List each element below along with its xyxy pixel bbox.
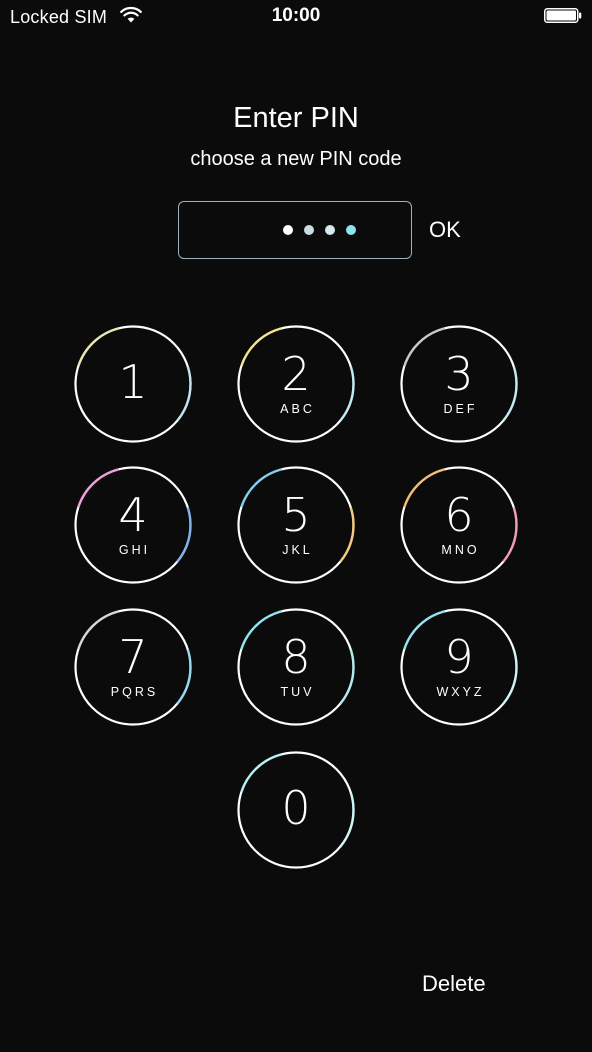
keypad-key-0[interactable]: 0: [237, 751, 355, 869]
pin-dot: [324, 225, 335, 235]
key-letters: TUV: [280, 685, 315, 699]
key-digit: 2: [281, 347, 311, 401]
key-digit: 0: [281, 781, 311, 835]
key-digit: 5: [281, 488, 311, 542]
key-digit: 9: [444, 630, 474, 684]
key-digit: 6: [444, 488, 474, 542]
pin-dot: [303, 225, 314, 235]
status-time: 10:00: [271, 5, 321, 26]
keypad-key-7[interactable]: 7 PQRS: [74, 608, 192, 726]
delete-button[interactable]: Delete: [422, 970, 486, 998]
keypad-key-6[interactable]: 6 MNO: [400, 466, 518, 584]
status-bar: Locked SIM 10:00: [0, 0, 592, 34]
key-letters: MNO: [441, 543, 480, 557]
page-title: Enter PIN: [233, 102, 359, 134]
keypad-key-2[interactable]: 2 ABC: [237, 325, 355, 443]
ok-button[interactable]: OK: [429, 216, 461, 244]
key-letters: PQRS: [110, 685, 159, 699]
battery-full-icon: [544, 8, 582, 23]
key-digit: 3: [444, 347, 474, 401]
key-digit: 4: [118, 488, 148, 542]
key-letters: GHI: [118, 543, 151, 557]
key-digit: 7: [118, 630, 148, 684]
key-letters: JKL: [282, 543, 313, 557]
keypad-key-8[interactable]: 8 TUV: [237, 608, 355, 726]
key-letters: DEF: [443, 402, 478, 416]
key-letters: WXYZ: [436, 685, 485, 699]
key-digit: 1: [118, 355, 148, 409]
page-subtitle: choose a new PIN code: [190, 148, 402, 170]
keypad-key-4[interactable]: 4 GHI: [74, 466, 192, 584]
keypad-key-3[interactable]: 3 DEF: [400, 325, 518, 443]
pin-dots: [179, 202, 411, 258]
pin-field[interactable]: [178, 201, 412, 259]
keypad-key-5[interactable]: 5 JKL: [237, 466, 355, 584]
keypad-key-1[interactable]: 1: [74, 325, 192, 443]
pin-dot: [345, 225, 356, 235]
keypad-key-9[interactable]: 9 WXYZ: [400, 608, 518, 726]
key-digit: 8: [281, 630, 311, 684]
pin-dot: [282, 225, 293, 235]
key-letters: ABC: [280, 402, 315, 416]
